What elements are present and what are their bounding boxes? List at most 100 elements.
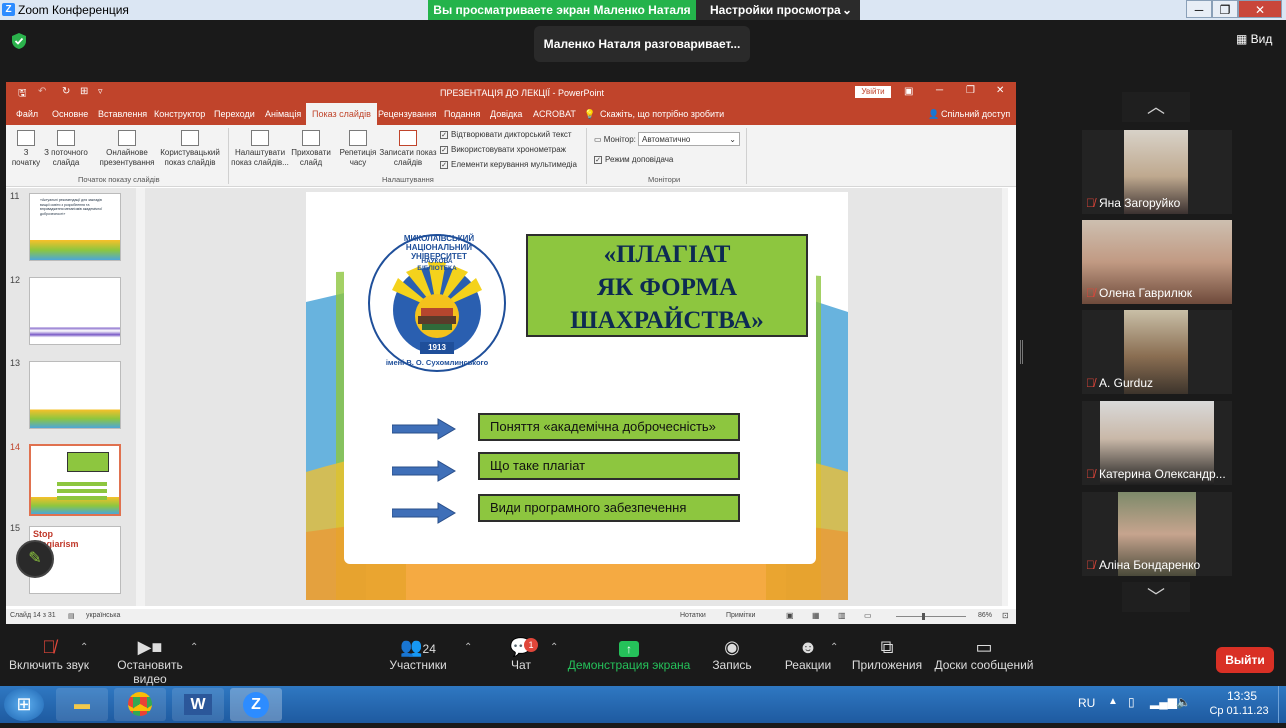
tell-me-search[interactable]: Скажіть, що потрібно зробити [600,109,724,119]
custom-show-button[interactable]: Користувацький показ слайдів [156,130,224,168]
chevron-up-icon[interactable]: ⌃ [550,642,558,653]
notes-button[interactable]: Нотатки [680,612,706,619]
chevron-up-icon[interactable]: ⌃ [80,642,88,653]
apps-button[interactable]: ⧉ Приложения [850,636,924,672]
leave-meeting-button[interactable]: Выйти [1216,647,1274,673]
tab-insert[interactable]: Вставлення [98,109,147,119]
minimize-icon[interactable]: ─ [1186,0,1212,18]
presenter-view-checkbox[interactable]: ✓ Режим доповідача [594,155,673,164]
tray-expand-icon[interactable]: ▲ [1108,696,1118,707]
thumb-number: 13 [10,358,21,368]
chevron-up-icon[interactable]: ︿ [1122,92,1190,122]
spellcheck-icon[interactable]: ▤ [68,612,75,620]
shield-icon[interactable] [10,32,28,50]
tray-app-icon[interactable]: ▯ [1128,695,1135,709]
customize-qat-icon[interactable]: ▿ [98,86,103,97]
clock-date[interactable]: Ср 01.11.23 [1204,705,1274,717]
participant-tile[interactable]: 🎙̸ Яна Загоруйко [1082,130,1232,214]
clock-time[interactable]: 13:35 [1222,689,1262,703]
record-show-button[interactable]: Записати показ слайдів [378,130,438,168]
keyboard-language[interactable]: RU [1078,696,1095,710]
whiteboard-icon: ▭ [975,637,993,657]
media-controls-checkbox[interactable]: ✓ Елементи керування мультимедіа [440,160,577,169]
chrome-icon[interactable] [114,688,166,721]
save-icon[interactable]: 🖫 [18,86,27,103]
participant-tile[interactable]: 🎙̸ Катерина Олександр... [1082,401,1232,485]
tab-review[interactable]: Рецензування [378,109,437,119]
slide-thumbnail-14-selected[interactable] [29,444,121,516]
slideshow-view-icon[interactable]: ▭ [864,611,872,620]
slide-thumbnail-13[interactable] [29,361,121,429]
chevron-down-icon[interactable]: ﹀ [1122,582,1190,612]
online-present-button[interactable]: Онлайнове презентування [94,130,160,168]
ppt-restore-icon[interactable]: ❐ [966,85,975,96]
participant-tile[interactable]: 🎙̸ Аліна Бондаренко [1082,492,1232,576]
hide-slide-button[interactable]: Приховати слайд [288,130,334,168]
share-person-icon[interactable]: 👤 [928,109,939,120]
tab-slideshow[interactable]: Показ слайдів [306,103,377,125]
thumb-scrollbar[interactable] [136,188,145,606]
chevron-up-icon[interactable]: ⌃ [464,642,472,653]
setup-show-button[interactable]: Налаштувати показ слайдів... [230,130,290,168]
file-explorer-icon[interactable]: ▬ [56,688,108,721]
participant-tile[interactable]: 🎙̸ Олена Гаврилюк [1082,220,1232,304]
editor-scrollbar[interactable] [1002,188,1008,606]
split-handle[interactable] [1020,340,1023,364]
zoom-taskbar-icon[interactable]: Z [230,688,282,721]
reading-view-icon[interactable]: ▥ [838,611,846,620]
from-current-button[interactable]: З поточного слайда [40,130,92,168]
zoom-slider-thumb[interactable] [922,613,925,620]
start-button-icon[interactable]: ⊞ [4,688,44,721]
rehearse-button[interactable]: Репетиція часу [336,130,380,168]
normal-view-icon[interactable]: ▣ [786,611,794,620]
use-timings-checkbox[interactable]: ✓ Використовувати хронометраж [440,145,566,154]
slide-thumbnail-12[interactable] [29,277,121,345]
tab-design[interactable]: Конструктор [154,109,205,119]
chevron-up-icon[interactable]: ⌃ [830,642,838,653]
close-icon[interactable]: ✕ [1238,0,1282,18]
monitor-select[interactable]: Автоматично ⌄ [638,132,740,146]
ppt-close-icon[interactable]: ✕ [996,85,1004,96]
sorter-view-icon[interactable]: ▦ [812,611,820,620]
share-link[interactable]: Спільний доступ [941,109,1010,119]
slide-thumbnail-11[interactable]: «Актуальні рекомендації для закладів вищ… [29,193,121,261]
fit-slide-icon[interactable]: ⊡ [1002,611,1009,620]
view-options-button[interactable]: Настройки просмотра ⌄ [696,0,860,20]
zoom-level[interactable]: 86% [978,612,992,619]
undo-icon[interactable]: ↶ [38,86,46,97]
view-button[interactable]: ▦ Вид [1236,32,1272,46]
zoom-slider[interactable] [896,616,966,617]
participant-tile[interactable]: 🎙̸ A. Gurduz [1082,310,1232,394]
whiteboards-button[interactable]: ▭ Доски сообщений [934,636,1034,672]
chevron-up-icon[interactable]: ⌃ [190,642,198,653]
tab-file[interactable]: Файл [16,109,38,119]
annotate-pen-icon[interactable]: ✎ [16,540,54,578]
play-narrations-checkbox[interactable]: ✓ Відтворювати дикторський текст [440,130,572,139]
reactions-button[interactable]: ☻ Реакции [782,636,834,672]
network-icon[interactable]: ▂▄▆ [1150,695,1177,709]
ppt-minimize-icon[interactable]: ─ [936,85,943,96]
participants-button[interactable]: 👥24 Участники [386,636,450,672]
tab-home[interactable]: Основне [52,109,88,119]
ribbon-separator [746,128,747,184]
record-button[interactable]: ◉ Запись [708,636,756,672]
sign-in-button[interactable]: Увійти [855,86,891,98]
stop-video-button[interactable]: ▶■ Остановить видео [100,636,200,686]
tab-help[interactable]: Довідка [490,109,522,119]
word-icon[interactable]: W [172,688,224,721]
present-icon[interactable]: ⊞ [80,86,88,97]
language-indicator[interactable]: українська [86,612,120,619]
redo-icon[interactable]: ↻ [62,86,70,97]
share-screen-button[interactable]: ↑ Демонстрация экрана [566,636,692,672]
tab-view[interactable]: Подання [444,109,480,119]
tab-animations[interactable]: Анімація [265,109,301,119]
tab-acrobat[interactable]: ACROBAT [533,109,576,119]
show-desktop-button[interactable] [1278,686,1286,723]
volume-icon[interactable]: 🔈 [1176,695,1191,709]
unmute-button[interactable]: 🎙̸ Включить звук [8,636,90,672]
comments-button[interactable]: Примітки [726,612,755,619]
from-start-button[interactable]: З початку [10,130,42,168]
tab-transitions[interactable]: Переходи [214,109,255,119]
maximize-icon[interactable]: ❐ [1212,0,1238,18]
ribbon-display-icon[interactable]: ▣ [904,86,913,97]
